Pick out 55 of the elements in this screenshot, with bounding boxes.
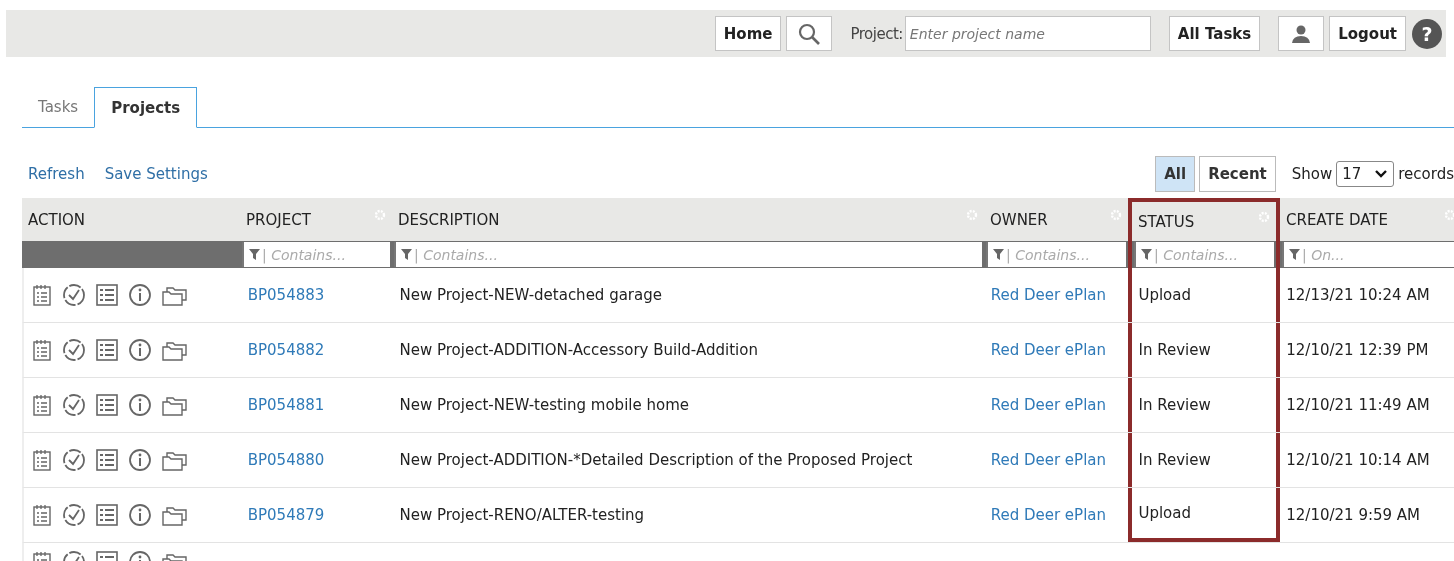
description-text: New Project-ADDITION-*Detailed Description of the Proposed Project <box>399 451 913 469</box>
owner-link[interactable]: Red Deer ePlan <box>990 451 1106 469</box>
date-text: 12/10/21 9:59 AM <box>1286 506 1421 524</box>
status-text: Upload <box>1138 504 1191 522</box>
project-link[interactable]: BP054879 <box>247 506 325 524</box>
project-link[interactable]: BP054881 <box>247 396 325 414</box>
project-link[interactable]: BP054883 <box>247 286 325 304</box>
records-label: records <box>1398 165 1454 183</box>
filter-placeholder: | Contains... <box>262 246 346 263</box>
description-text: New Project-NEW-detached garage <box>399 286 662 304</box>
column-filter-field[interactable]: | On... <box>1282 242 1454 267</box>
filter-placeholder: | Contains... <box>1154 246 1238 263</box>
column-filter-field[interactable]: | Contains... <box>986 242 1126 267</box>
description-text: New Project-NEW-testing mobile home <box>399 396 689 414</box>
column-header: PROJECT <box>240 198 392 241</box>
filter-placeholder: | Contains... <box>1006 246 1090 263</box>
column-header: STATUS <box>1128 198 1280 241</box>
column-header: CREATE DATE <box>1280 198 1454 241</box>
column-filter-field[interactable]: | Contains... <box>242 242 390 267</box>
status-text: In Review <box>1138 451 1211 469</box>
date-text: 12/10/21 10:14 AM <box>1286 451 1430 469</box>
description-text: New Project-ADDITION-Accessory Build-Addition <box>399 341 758 359</box>
date-text: 12/10/21 12:39 PM <box>1286 341 1429 359</box>
tab[interactable]: Projects <box>94 87 198 128</box>
status-text: In Review <box>1138 396 1211 414</box>
status-text: Upload <box>1138 286 1191 304</box>
filter-placeholder: | Contains... <box>414 246 498 263</box>
toolbar-link[interactable]: Save Settings <box>104 165 208 183</box>
owner-link[interactable]: Red Deer ePlan <box>990 286 1106 304</box>
status-text: In Review <box>1138 341 1211 359</box>
project-search-field[interactable]: Enter project name <box>904 16 1151 51</box>
column-header: DESCRIPTION <box>392 198 984 241</box>
logout-button[interactable]: Logout <box>1329 16 1406 51</box>
owner-link[interactable]: Red Deer ePlan <box>990 506 1106 524</box>
project-link[interactable]: BP054882 <box>247 341 325 359</box>
project-label: Project: <box>850 24 903 43</box>
view-toggle-button[interactable]: Recent <box>1199 156 1276 192</box>
view-toggle-button[interactable]: All <box>1155 156 1196 192</box>
toolbar-link[interactable]: Refresh <box>28 165 85 183</box>
project-link[interactable]: BP054880 <box>247 451 325 469</box>
page-size-select[interactable]: 17 <box>1336 161 1395 187</box>
home-button[interactable]: Home <box>714 16 782 51</box>
owner-link[interactable]: Red Deer ePlan <box>990 396 1106 414</box>
column-header: ACTION <box>22 198 240 241</box>
date-text: 12/13/21 10:24 AM <box>1286 286 1430 304</box>
show-label: Show <box>1291 165 1333 183</box>
column-header: OWNER <box>984 198 1128 241</box>
all-tasks-button[interactable]: All Tasks <box>1168 16 1261 51</box>
column-filter-field[interactable]: | Contains... <box>394 242 982 267</box>
date-text: 12/10/21 11:49 AM <box>1286 396 1430 414</box>
help-button[interactable]: ? <box>1412 18 1442 49</box>
column-filter-field[interactable]: | Contains... <box>1134 242 1274 267</box>
description-text: New Project-RENO/ALTER-testing <box>399 506 645 524</box>
owner-link[interactable]: Red Deer ePlan <box>990 341 1106 359</box>
filter-placeholder: | On... <box>1302 246 1345 263</box>
